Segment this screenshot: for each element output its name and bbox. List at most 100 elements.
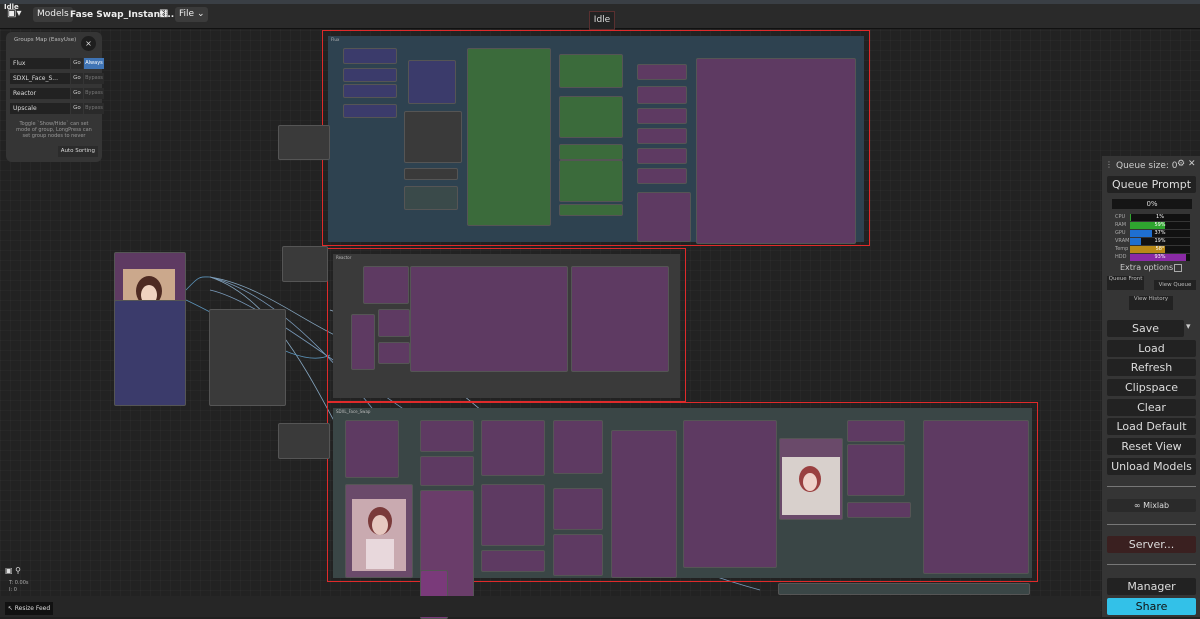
node[interactable] bbox=[343, 104, 397, 118]
node[interactable] bbox=[467, 48, 551, 226]
refresh-button[interactable]: Refresh bbox=[1107, 359, 1196, 376]
image-node[interactable] bbox=[779, 438, 843, 520]
node[interactable] bbox=[209, 309, 286, 406]
node[interactable] bbox=[553, 420, 603, 474]
stat-ram: RAM 59% bbox=[1115, 222, 1195, 229]
stat-label: GPU bbox=[1115, 230, 1126, 236]
node[interactable] bbox=[378, 342, 410, 364]
preview-node[interactable] bbox=[410, 266, 568, 372]
canvas-menu-icon[interactable]: ▣ ⚲ bbox=[5, 566, 21, 575]
preview-node[interactable] bbox=[923, 420, 1029, 574]
save-dropdown-icon[interactable]: ▾ bbox=[1186, 322, 1191, 332]
node[interactable] bbox=[559, 144, 623, 160]
group-reactor[interactable]: Reactor bbox=[327, 248, 686, 402]
node[interactable] bbox=[637, 108, 687, 124]
node[interactable] bbox=[637, 168, 687, 184]
node[interactable] bbox=[404, 186, 458, 210]
unload-models-button[interactable]: Unload Models bbox=[1107, 458, 1196, 475]
group-sdxl-face-swap[interactable]: SDXL_Face_Swap bbox=[327, 402, 1038, 602]
save-button[interactable]: Save bbox=[1107, 320, 1184, 337]
group-title: SDXL_Face_Swap bbox=[336, 409, 371, 414]
stat-cpu: CPU 1% bbox=[1115, 214, 1195, 221]
node[interactable] bbox=[611, 430, 677, 578]
node[interactable] bbox=[408, 60, 456, 104]
node[interactable] bbox=[481, 550, 545, 572]
node[interactable] bbox=[778, 583, 1030, 595]
node[interactable] bbox=[559, 204, 623, 216]
node[interactable] bbox=[345, 420, 399, 478]
node[interactable] bbox=[559, 96, 623, 138]
node[interactable] bbox=[847, 420, 905, 442]
group-title: Flux bbox=[331, 37, 340, 42]
node[interactable] bbox=[847, 502, 911, 518]
node[interactable] bbox=[278, 125, 330, 160]
node[interactable] bbox=[559, 54, 623, 88]
node[interactable] bbox=[351, 314, 375, 370]
node[interactable] bbox=[481, 420, 545, 476]
stat-label: Temp bbox=[1115, 246, 1129, 252]
wire bbox=[185, 276, 211, 291]
node[interactable] bbox=[637, 148, 687, 164]
node[interactable] bbox=[343, 48, 397, 64]
render-stats: T: 0.00s I: 0 bbox=[9, 580, 29, 594]
node[interactable] bbox=[404, 168, 458, 180]
node[interactable] bbox=[637, 86, 687, 104]
node[interactable] bbox=[637, 192, 691, 242]
load-button[interactable]: Load bbox=[1107, 340, 1196, 357]
load-default-button[interactable]: Load Default bbox=[1107, 418, 1196, 435]
node[interactable] bbox=[278, 423, 330, 459]
clipspace-button[interactable]: Clipspace bbox=[1107, 379, 1196, 396]
node[interactable] bbox=[404, 111, 462, 163]
view-queue-button[interactable]: View Queue bbox=[1154, 280, 1196, 290]
stat-label: CPU bbox=[1115, 214, 1126, 220]
node[interactable] bbox=[571, 266, 669, 372]
manager-button[interactable]: Manager bbox=[1107, 578, 1196, 595]
extra-options-checkbox[interactable] bbox=[1174, 264, 1182, 272]
queue-front-button[interactable]: Queue Front bbox=[1107, 276, 1144, 290]
node[interactable] bbox=[420, 420, 474, 452]
progress-bar: 0% bbox=[1112, 199, 1192, 209]
view-history-button[interactable]: View History bbox=[1129, 296, 1173, 310]
node[interactable] bbox=[637, 128, 687, 144]
node[interactable] bbox=[637, 64, 687, 80]
bottom-strip bbox=[0, 596, 1100, 617]
node[interactable] bbox=[481, 484, 545, 546]
drag-handle-icon[interactable]: ⋮ bbox=[1105, 160, 1113, 169]
node[interactable] bbox=[363, 266, 409, 304]
image-node[interactable] bbox=[345, 484, 413, 578]
close-icon[interactable]: ✕ bbox=[1188, 159, 1196, 169]
mixlab-button[interactable]: ∞ Mixlab bbox=[1107, 499, 1196, 512]
stat-label: VRAM bbox=[1115, 238, 1130, 244]
node[interactable] bbox=[683, 420, 777, 568]
group-title: Reactor bbox=[336, 255, 352, 260]
stat-vram: VRAM 19% bbox=[1115, 238, 1195, 245]
node[interactable] bbox=[343, 84, 397, 98]
node[interactable] bbox=[378, 309, 410, 337]
stat-value: 37% bbox=[1154, 230, 1166, 236]
clear-button[interactable]: Clear bbox=[1107, 399, 1196, 416]
stat-value: 19% bbox=[1154, 238, 1166, 244]
render-items: I: 0 bbox=[9, 587, 17, 593]
share-button[interactable]: Share bbox=[1107, 598, 1196, 615]
queue-size: Queue size: 0 bbox=[1116, 161, 1178, 171]
node[interactable] bbox=[553, 488, 603, 530]
node[interactable] bbox=[282, 246, 328, 282]
queue-prompt-button[interactable]: Queue Prompt bbox=[1107, 176, 1196, 193]
node[interactable] bbox=[343, 68, 397, 82]
resize-feed-button[interactable]: ↖ Resize Feed bbox=[5, 602, 53, 615]
node[interactable] bbox=[420, 456, 474, 486]
node[interactable] bbox=[114, 300, 186, 406]
server-button[interactable]: Server... bbox=[1107, 536, 1196, 553]
portrait-image-icon bbox=[352, 499, 406, 571]
node[interactable] bbox=[553, 534, 603, 576]
reset-view-button[interactable]: Reset View bbox=[1107, 438, 1196, 455]
node[interactable] bbox=[559, 160, 623, 202]
gear-icon[interactable]: ⚙ bbox=[1177, 159, 1185, 169]
stat-value: 58° bbox=[1155, 246, 1165, 252]
stat-temp: Temp 58° bbox=[1115, 246, 1195, 253]
preview-node[interactable] bbox=[696, 58, 856, 244]
divider bbox=[1107, 486, 1196, 487]
node[interactable] bbox=[847, 444, 905, 496]
group-flux[interactable]: Flux bbox=[322, 30, 870, 246]
divider bbox=[1107, 524, 1196, 525]
